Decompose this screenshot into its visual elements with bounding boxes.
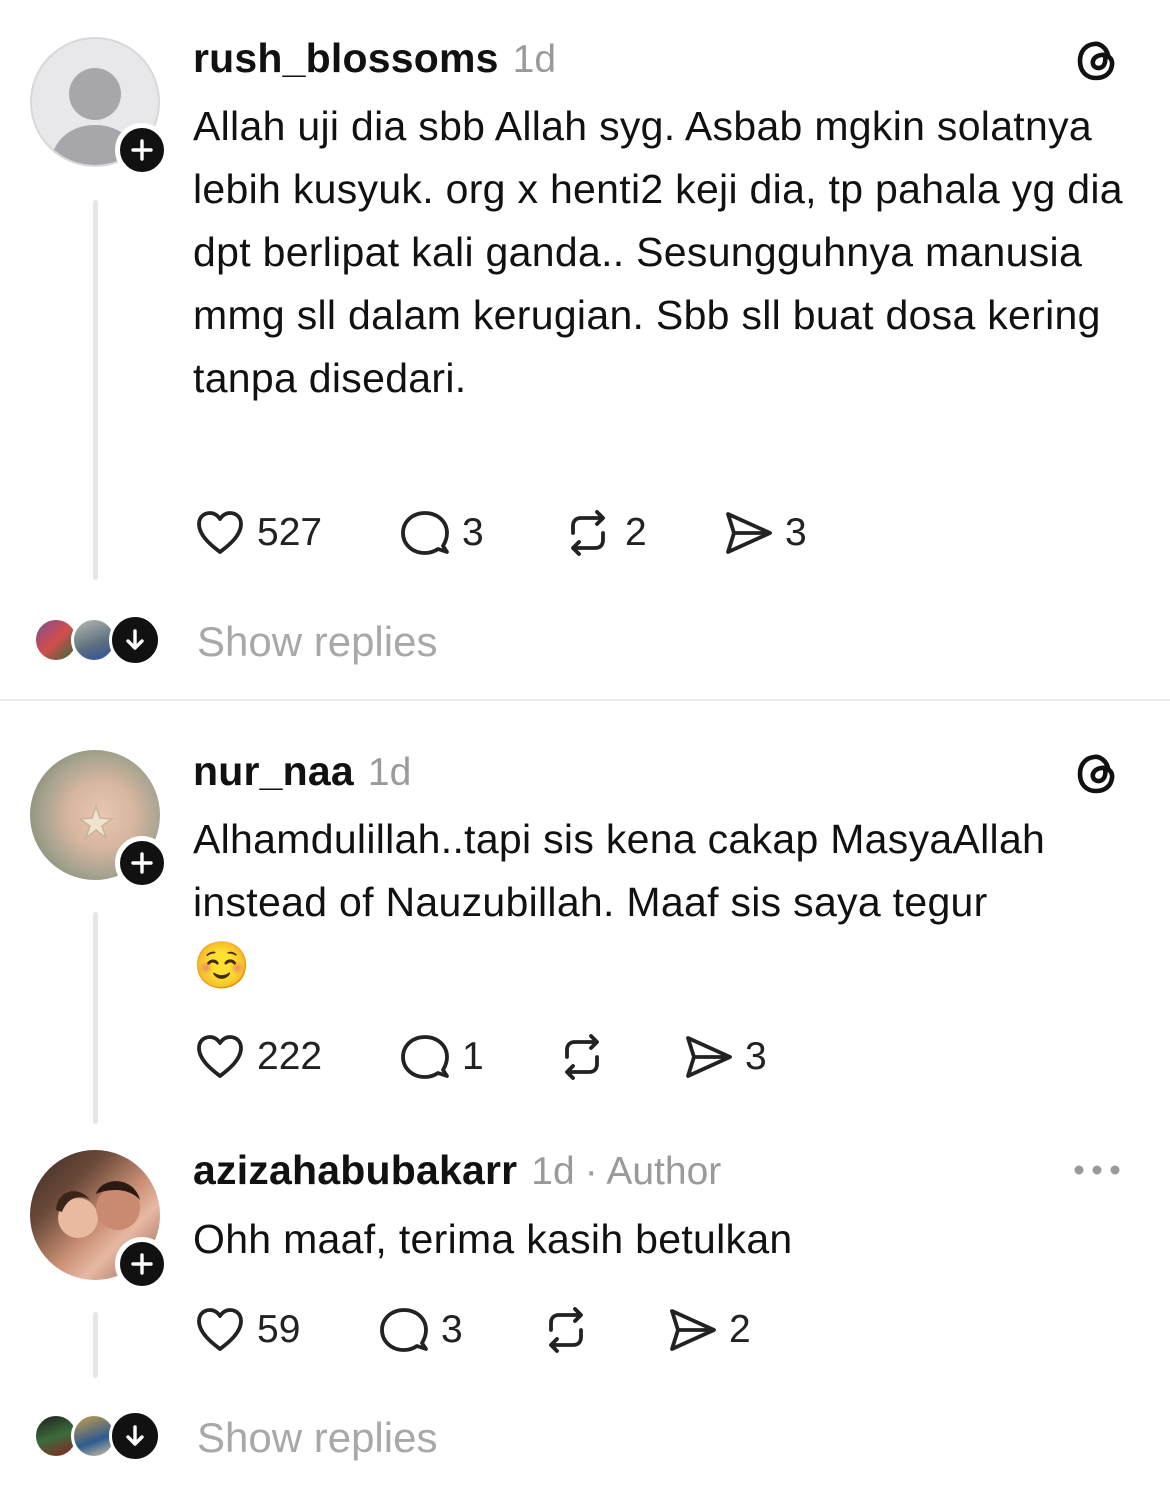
like-count: 222	[257, 1035, 323, 1078]
comment-icon	[401, 511, 449, 555]
post-header: azizahabubakarr 1d · Author	[193, 1147, 721, 1194]
arrow-down-icon	[126, 629, 144, 650]
send-icon	[670, 1309, 716, 1351]
post-text: Alhamdulillah..tapi sis kena cakap Masya…	[193, 808, 1143, 999]
expand-replies-button[interactable]	[109, 614, 161, 666]
expand-replies-button[interactable]	[109, 1410, 161, 1462]
plus-icon	[131, 852, 153, 874]
reply-count: 1	[462, 1035, 484, 1078]
smiling-face-emoji: ☺️	[193, 939, 251, 991]
username[interactable]: azizahabubakarr	[193, 1147, 517, 1194]
threads-logo-icon[interactable]	[1074, 751, 1120, 802]
like-count: 527	[257, 511, 323, 554]
follow-button[interactable]	[115, 1237, 169, 1291]
share-button[interactable]: 3	[681, 1030, 767, 1084]
plus-icon	[131, 1253, 153, 1275]
share-button[interactable]: 3	[721, 506, 807, 560]
share-count: 2	[729, 1308, 751, 1351]
post-text: Allah uji dia sbb Allah syg. Asbab mgkin…	[193, 103, 1123, 401]
repost-count: 2	[625, 511, 647, 554]
send-icon	[686, 1036, 732, 1078]
comment-icon	[380, 1308, 428, 1352]
post-text-content: Alhamdulillah..tapi sis kena cakap Masya…	[193, 816, 1046, 925]
threads-logo-icon[interactable]	[1074, 38, 1120, 89]
repost-icon	[571, 510, 605, 556]
like-button[interactable]: 222	[193, 1030, 322, 1084]
heart-icon	[197, 1035, 243, 1078]
like-count: 59	[257, 1308, 301, 1351]
show-replies-link[interactable]: Show replies	[197, 618, 437, 666]
repost-icon	[565, 1034, 599, 1080]
reply-count: 3	[441, 1308, 463, 1351]
divider	[0, 699, 1170, 701]
send-icon	[726, 512, 772, 554]
thread-line	[93, 912, 98, 1124]
thread-line	[93, 200, 98, 580]
author-badge: · Author	[584, 1150, 722, 1193]
repost-button[interactable]: 2	[561, 506, 647, 560]
post-text: Ohh maaf, terima kasih betulkan	[193, 1216, 793, 1262]
like-button[interactable]: 527	[193, 506, 322, 560]
follow-button[interactable]	[115, 836, 169, 890]
heart-icon	[197, 511, 243, 554]
reply-button[interactable]: 3	[377, 1303, 463, 1357]
post-header: nur_naa 1d	[193, 748, 411, 795]
share-count: 3	[745, 1035, 767, 1078]
post-header: rush_blossoms 1d	[193, 35, 556, 82]
follow-button[interactable]	[115, 123, 169, 177]
timestamp: 1d	[531, 1150, 575, 1193]
plus-icon	[131, 139, 153, 161]
thread-line	[93, 1312, 98, 1378]
show-replies-link[interactable]: Show replies	[197, 1414, 437, 1462]
timestamp: 1d	[367, 751, 412, 794]
heart-icon	[197, 1308, 243, 1351]
username[interactable]: rush_blossoms	[193, 35, 499, 82]
comment-icon	[401, 1035, 449, 1079]
repost-icon	[549, 1307, 583, 1353]
more-horizontal-icon[interactable]	[1072, 1160, 1122, 1185]
share-button[interactable]: 2	[665, 1303, 751, 1357]
reply-count: 3	[462, 511, 484, 554]
reply-button[interactable]: 1	[398, 1030, 484, 1084]
timestamp: 1d	[512, 38, 557, 81]
arrow-down-icon	[126, 1425, 144, 1446]
repost-button[interactable]	[539, 1303, 593, 1357]
share-count: 3	[785, 511, 807, 554]
repost-button[interactable]	[555, 1030, 609, 1084]
username[interactable]: nur_naa	[193, 748, 354, 795]
like-button[interactable]: 59	[193, 1303, 300, 1357]
reply-button[interactable]: 3	[398, 506, 484, 560]
